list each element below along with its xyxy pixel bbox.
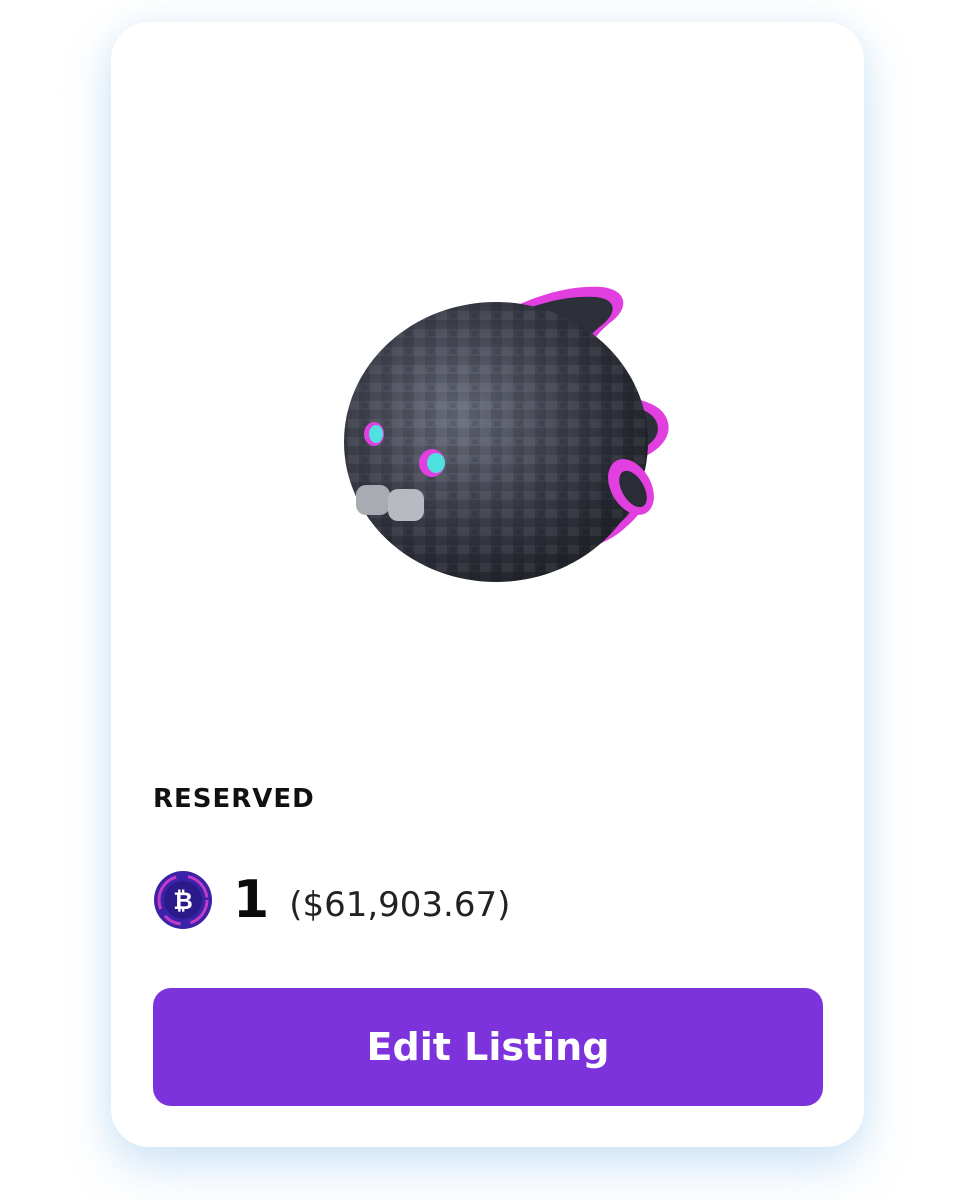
- status-label: RESERVED: [153, 784, 315, 814]
- bitcoin-icon: ₿: [154, 871, 212, 929]
- price-amount: 1: [233, 870, 270, 930]
- edit-listing-button[interactable]: Edit Listing: [153, 988, 823, 1106]
- page: RESERVED ₿ 1 ($61,903.67) Edit Listing: [0, 0, 975, 1200]
- price-fiat: ($61,903.67): [289, 885, 511, 925]
- listing-card: RESERVED ₿ 1 ($61,903.67) Edit Listing: [111, 22, 864, 1147]
- nft-artwork: [344, 286, 669, 582]
- svg-text:₿: ₿: [173, 887, 193, 915]
- price-row: ₿ 1 ($61,903.67): [153, 868, 510, 932]
